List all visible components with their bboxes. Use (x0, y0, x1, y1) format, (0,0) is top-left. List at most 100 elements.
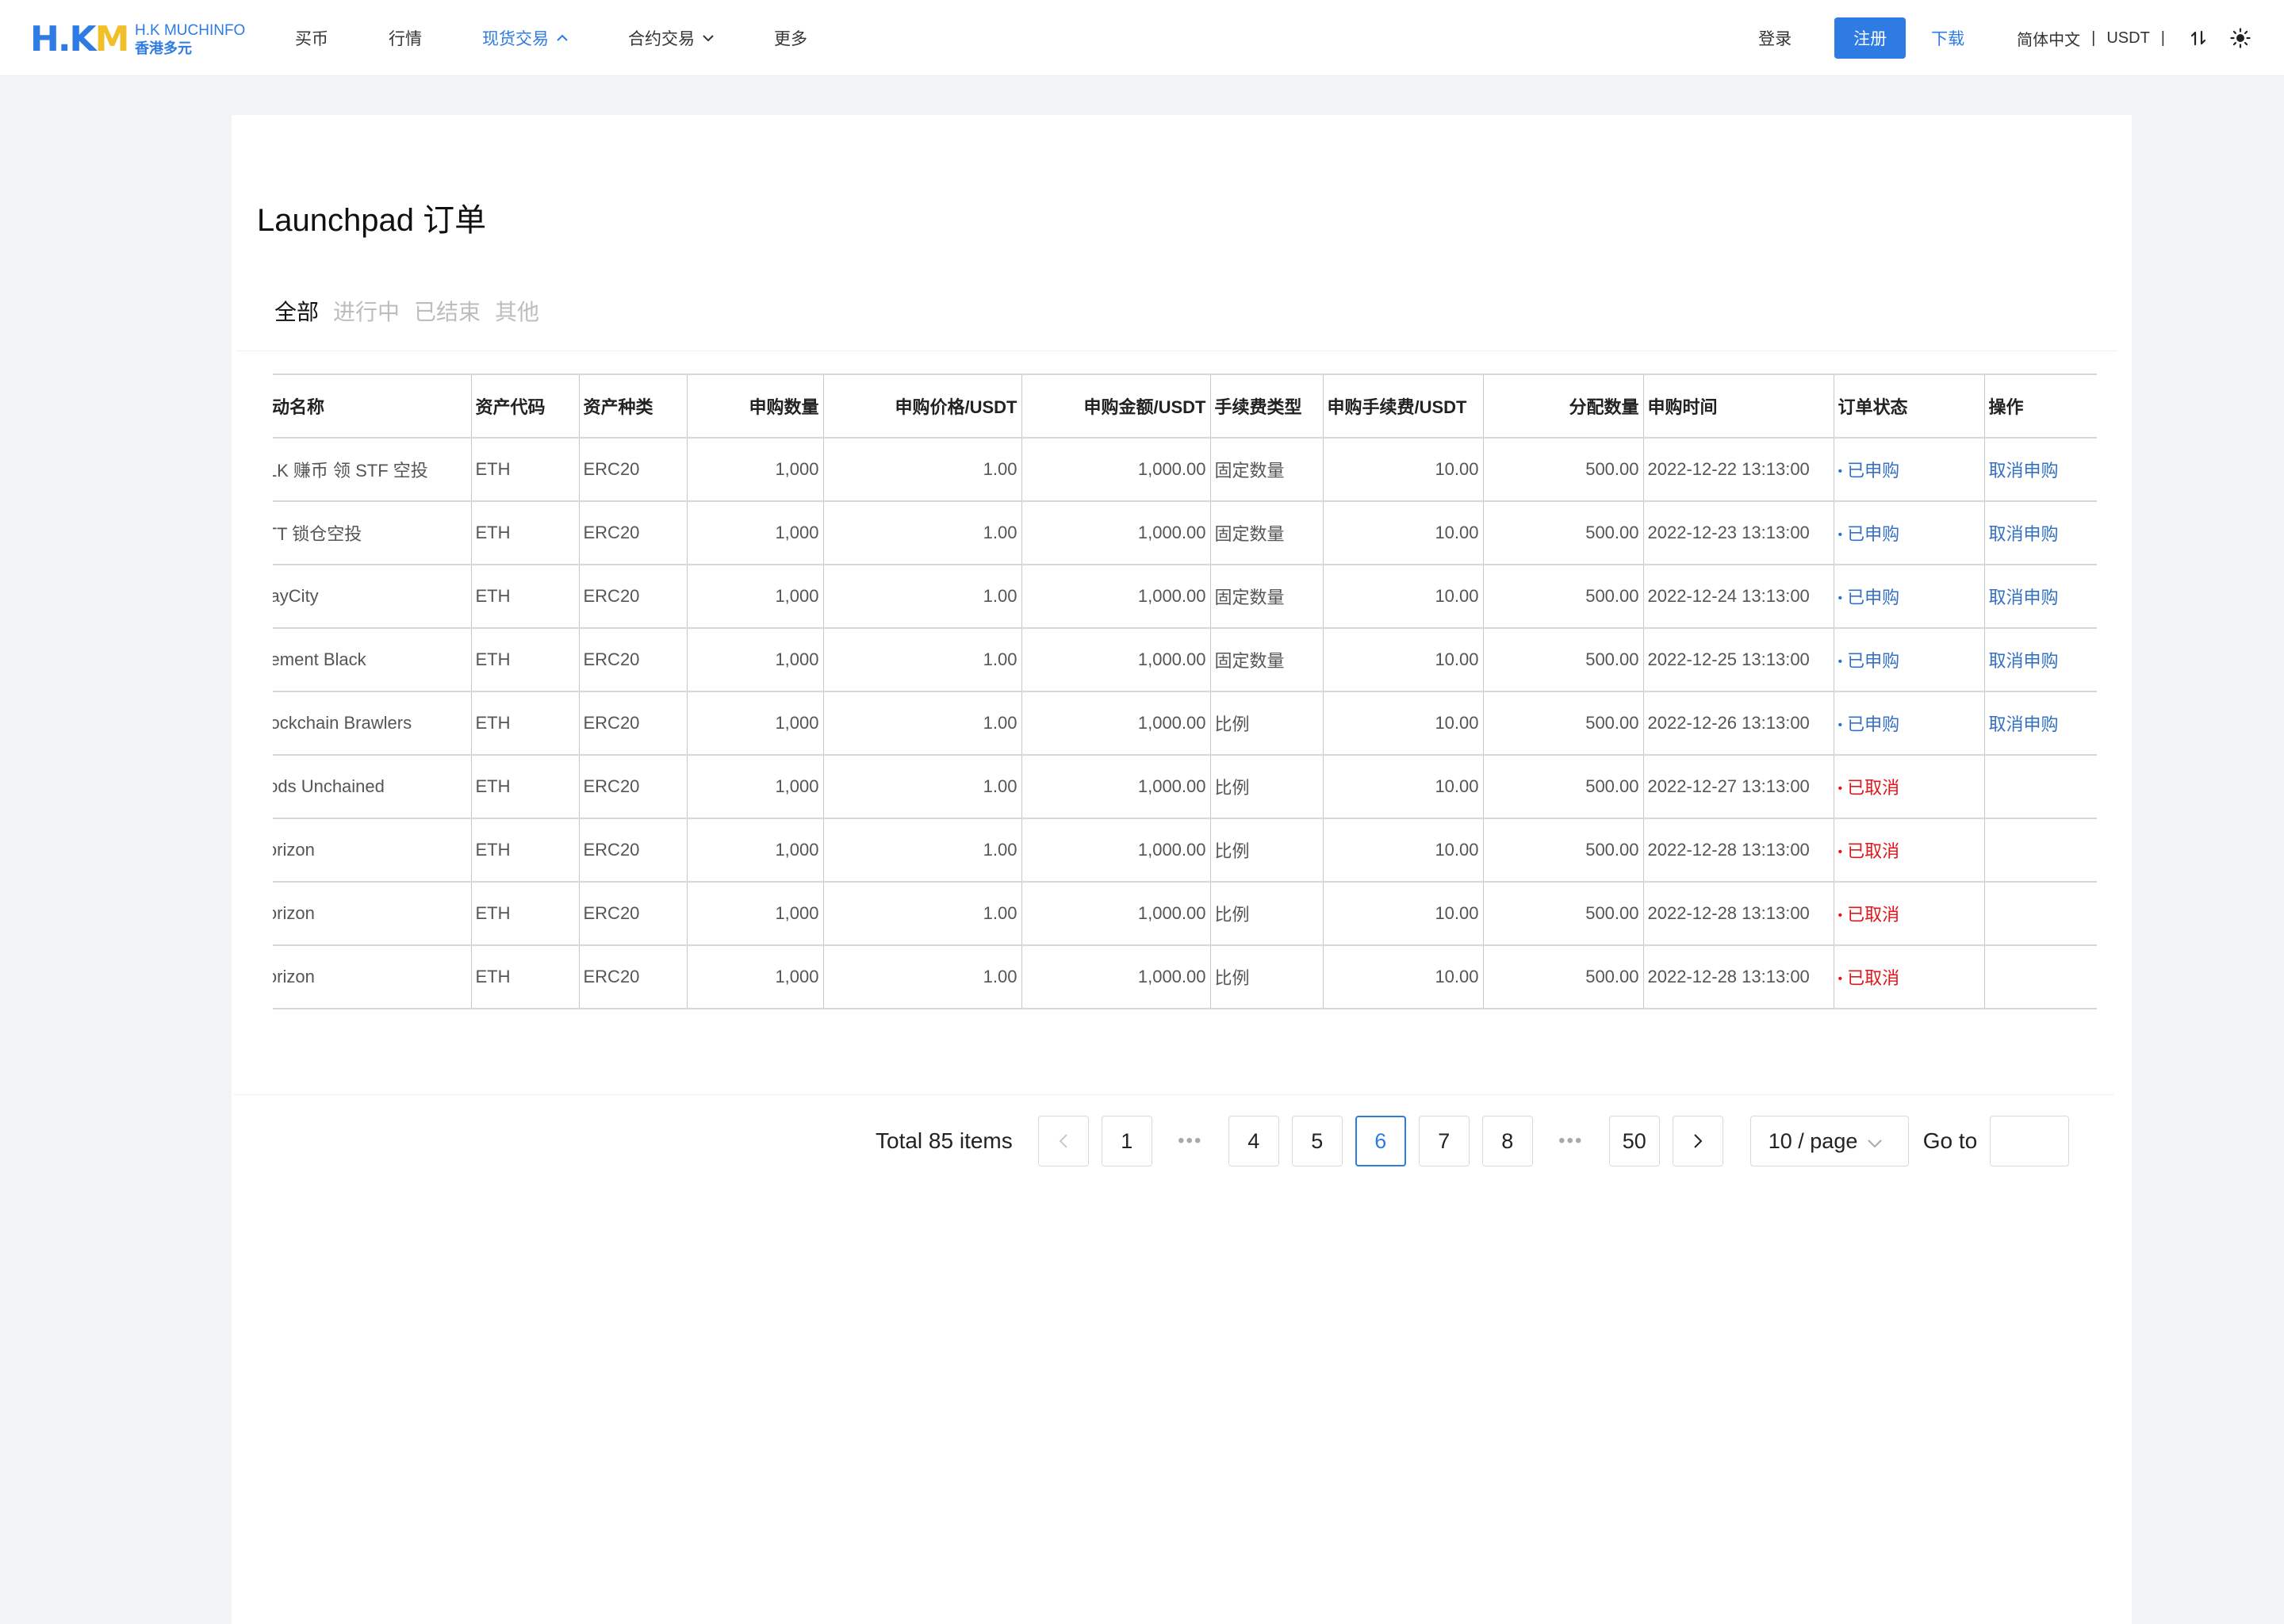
cancel-subscription-link[interactable]: 取消申购 (1989, 461, 2059, 481)
cancel-subscription-link[interactable]: 取消申购 (1989, 524, 2059, 544)
column-header: 申购时间 (1642, 373, 1834, 439)
status-dot-icon: • (1838, 655, 1843, 669)
column-header: 资产种类 (578, 373, 688, 439)
page-ellipsis[interactable]: ••• (1546, 1116, 1596, 1166)
nav-item-buy-crypto[interactable]: 买币 (295, 26, 328, 50)
nav-item-label: 行情 (389, 30, 422, 48)
price-cell: 1.00 (822, 691, 1022, 756)
nav-item-more[interactable]: 更多 (774, 26, 807, 50)
cancel-subscription-link[interactable]: 取消申购 (1989, 651, 2059, 671)
fee-cell: 10.00 (1322, 627, 1484, 692)
column-header: 资产代码 (470, 373, 580, 439)
page-button-current[interactable]: 6 (1355, 1116, 1406, 1166)
quantity-cell: 1,000 (686, 437, 824, 502)
allocation-cell: 500.00 (1482, 881, 1644, 946)
price-cell: 1.00 (822, 564, 1022, 629)
fee-cell: 10.00 (1322, 691, 1484, 756)
allocation-cell: 500.00 (1482, 627, 1644, 692)
page-button[interactable]: 4 (1228, 1116, 1279, 1166)
asset-type-cell: ERC20 (578, 500, 688, 565)
fee-type-cell: 比例 (1209, 881, 1324, 946)
status-badge: 已申购 (1847, 714, 1900, 734)
goto-page-input[interactable] (1990, 1116, 2070, 1166)
order-filter-tabs: 全部 进行中 已结束 其他 (274, 295, 554, 327)
status-badge: 已取消 (1847, 778, 1900, 798)
tab-other[interactable]: 其他 (495, 295, 539, 327)
tab-ended[interactable]: 已结束 (414, 295, 481, 327)
page-ellipsis[interactable]: ••• (1165, 1116, 1216, 1166)
amount-cell: 1,000.00 (1021, 691, 1211, 756)
quantity-cell: 1,000 (686, 754, 824, 819)
fee-cell: 10.00 (1322, 754, 1484, 819)
subscription-time-cell: 2022-12-28 13:13:00 (1642, 818, 1834, 883)
next-page-button[interactable] (1672, 1116, 1723, 1166)
prev-page-button[interactable] (1037, 1116, 1089, 1166)
tab-all[interactable]: 全部 (274, 295, 319, 327)
table-row: HorizonETHERC201,0001.001,000.00比例10.005… (273, 818, 2097, 883)
asset-type-cell: ERC20 (578, 691, 688, 756)
logo-mark-left: H.K (30, 19, 97, 59)
currency-selector[interactable]: USDT (2106, 29, 2149, 48)
fee-cell: 10.00 (1322, 818, 1484, 883)
quantity-cell: 1,000 (686, 627, 824, 692)
fee-type-cell: 比例 (1209, 754, 1324, 819)
price-cell: 1.00 (822, 500, 1022, 565)
activity-name-cell: Horizon (273, 944, 472, 1009)
table-row: BTT 锁仓空投ETHERC201,0001.001,000.00固定数量10.… (273, 500, 2097, 565)
nav-item-markets[interactable]: 行情 (389, 26, 422, 50)
fee-cell: 10.00 (1322, 944, 1484, 1009)
theme-sun-icon[interactable] (2228, 26, 2252, 50)
amount-cell: 1,000.00 (1021, 437, 1211, 502)
status-dot-icon: • (1838, 528, 1843, 542)
fee-cell: 10.00 (1322, 564, 1484, 629)
table-row: Element BlackETHERC201,0001.001,000.00固定… (273, 627, 2097, 692)
page-size-select[interactable]: 10 / page (1749, 1116, 1909, 1166)
subscription-time-cell: 2022-12-23 13:13:00 (1642, 500, 1834, 565)
action-cell (1983, 881, 2097, 946)
status-badge: 已申购 (1847, 651, 1900, 671)
page-button[interactable]: 50 (1608, 1116, 1660, 1166)
column-header: 活动名称 (273, 373, 472, 439)
swap-icon[interactable] (2187, 26, 2211, 50)
price-cell: 1.00 (822, 818, 1022, 883)
fee-type-cell: 比例 (1209, 944, 1324, 1009)
column-header: 分配数量 (1482, 373, 1644, 439)
status-badge: 已申购 (1847, 588, 1900, 607)
goto-label: Go to (1922, 1128, 1978, 1153)
page-button[interactable]: 5 (1291, 1116, 1343, 1166)
cancel-subscription-link[interactable]: 取消申购 (1989, 588, 2059, 607)
quantity-cell: 1,000 (686, 944, 824, 1009)
status-dot-icon: • (1838, 909, 1843, 923)
register-button[interactable]: 注册 (1834, 17, 1907, 59)
order-status-cell: • 已申购 (1833, 437, 1985, 502)
pagination: Total 85 items 1 ••• 4 5 6 7 8 ••• 50 10… (876, 1116, 2070, 1166)
fee-type-cell: 固定数量 (1209, 627, 1324, 692)
fee-type-cell: 固定数量 (1209, 564, 1324, 629)
cancel-subscription-link[interactable]: 取消申购 (1989, 714, 2059, 734)
status-badge: 已申购 (1847, 461, 1900, 481)
price-cell: 1.00 (822, 944, 1022, 1009)
asset-type-cell: ERC20 (578, 627, 688, 692)
download-link[interactable]: 下载 (1931, 26, 1964, 50)
language-selector[interactable]: 简体中文 (2017, 27, 2080, 50)
nav-item-spot-trading[interactable]: 现货交易 (482, 26, 568, 50)
nav-item-label: 更多 (774, 30, 807, 48)
asset-code-cell: ETH (470, 500, 580, 565)
column-header: 订单状态 (1833, 373, 1985, 439)
page-button[interactable]: 1 (1101, 1116, 1152, 1166)
status-dot-icon: • (1838, 718, 1843, 733)
nav-item-contract-trading[interactable]: 合约交易 (628, 26, 714, 50)
asset-type-cell: ERC20 (578, 881, 688, 946)
chevron-down-icon (1867, 1129, 1883, 1154)
page-button[interactable]: 7 (1418, 1116, 1470, 1166)
orders-table-container[interactable]: 活动名称 资产代码 资产种类 申购数量 申购价格/USDT 申购金额/USDT … (273, 373, 2097, 1125)
table-header-row: 活动名称 资产代码 资产种类 申购数量 申购价格/USDT 申购金额/USDT … (273, 373, 2097, 439)
page-button[interactable]: 8 (1481, 1116, 1533, 1166)
chevron-right-icon (1694, 1134, 1703, 1148)
asset-code-cell: ETH (470, 818, 580, 883)
allocation-cell: 500.00 (1482, 437, 1644, 502)
table-row: Blockchain BrawlersETHERC201,0001.001,00… (273, 691, 2097, 756)
login-link[interactable]: 登录 (1758, 26, 1792, 50)
tab-in-progress[interactable]: 进行中 (333, 295, 400, 327)
asset-code-cell: ETH (470, 437, 580, 502)
